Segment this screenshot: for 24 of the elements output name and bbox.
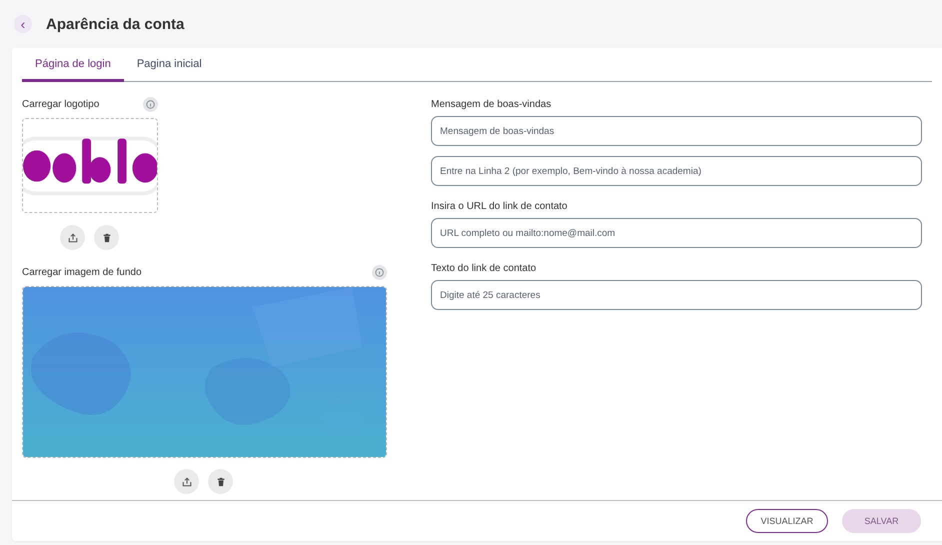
info-icon[interactable] xyxy=(372,264,387,280)
tab[interactable]: Pagina inicial xyxy=(124,48,215,82)
input-field[interactable]: Entre na Linha 2 (por exemplo, Bem-vindo à nossa academia) xyxy=(431,156,922,186)
upload-button[interactable] xyxy=(60,225,85,250)
info-icon[interactable] xyxy=(143,96,158,112)
delete-button[interactable] xyxy=(94,225,119,250)
input-field[interactable]: Digite até 25 caracteres xyxy=(431,280,922,310)
trash-icon xyxy=(102,232,112,242)
upload-label: Carregar logotipo xyxy=(22,98,100,110)
upload-button[interactable] xyxy=(174,469,199,494)
back-button[interactable]: ‹ xyxy=(14,15,32,33)
upload-icon xyxy=(68,232,78,242)
input-field[interactable]: Mensagem de boas-vindas xyxy=(431,116,922,146)
upload-label: Carregar imagem de fundo xyxy=(22,266,142,278)
input-field[interactable]: URL completo ou mailto:nome@mail.com xyxy=(431,218,922,248)
tab[interactable]: Página de login xyxy=(22,48,124,82)
preview-button[interactable]: VISUALIZAR xyxy=(746,509,828,533)
trash-icon xyxy=(216,476,226,486)
delete-button[interactable] xyxy=(208,469,233,494)
upload-icon xyxy=(182,476,192,486)
field-label: Mensagem de boas-vindas xyxy=(431,99,552,110)
field-label: Texto do link de contato xyxy=(431,263,538,274)
page-title: Aparência da conta xyxy=(46,16,184,32)
field-label: Insira o URL do link de contato xyxy=(431,201,568,212)
